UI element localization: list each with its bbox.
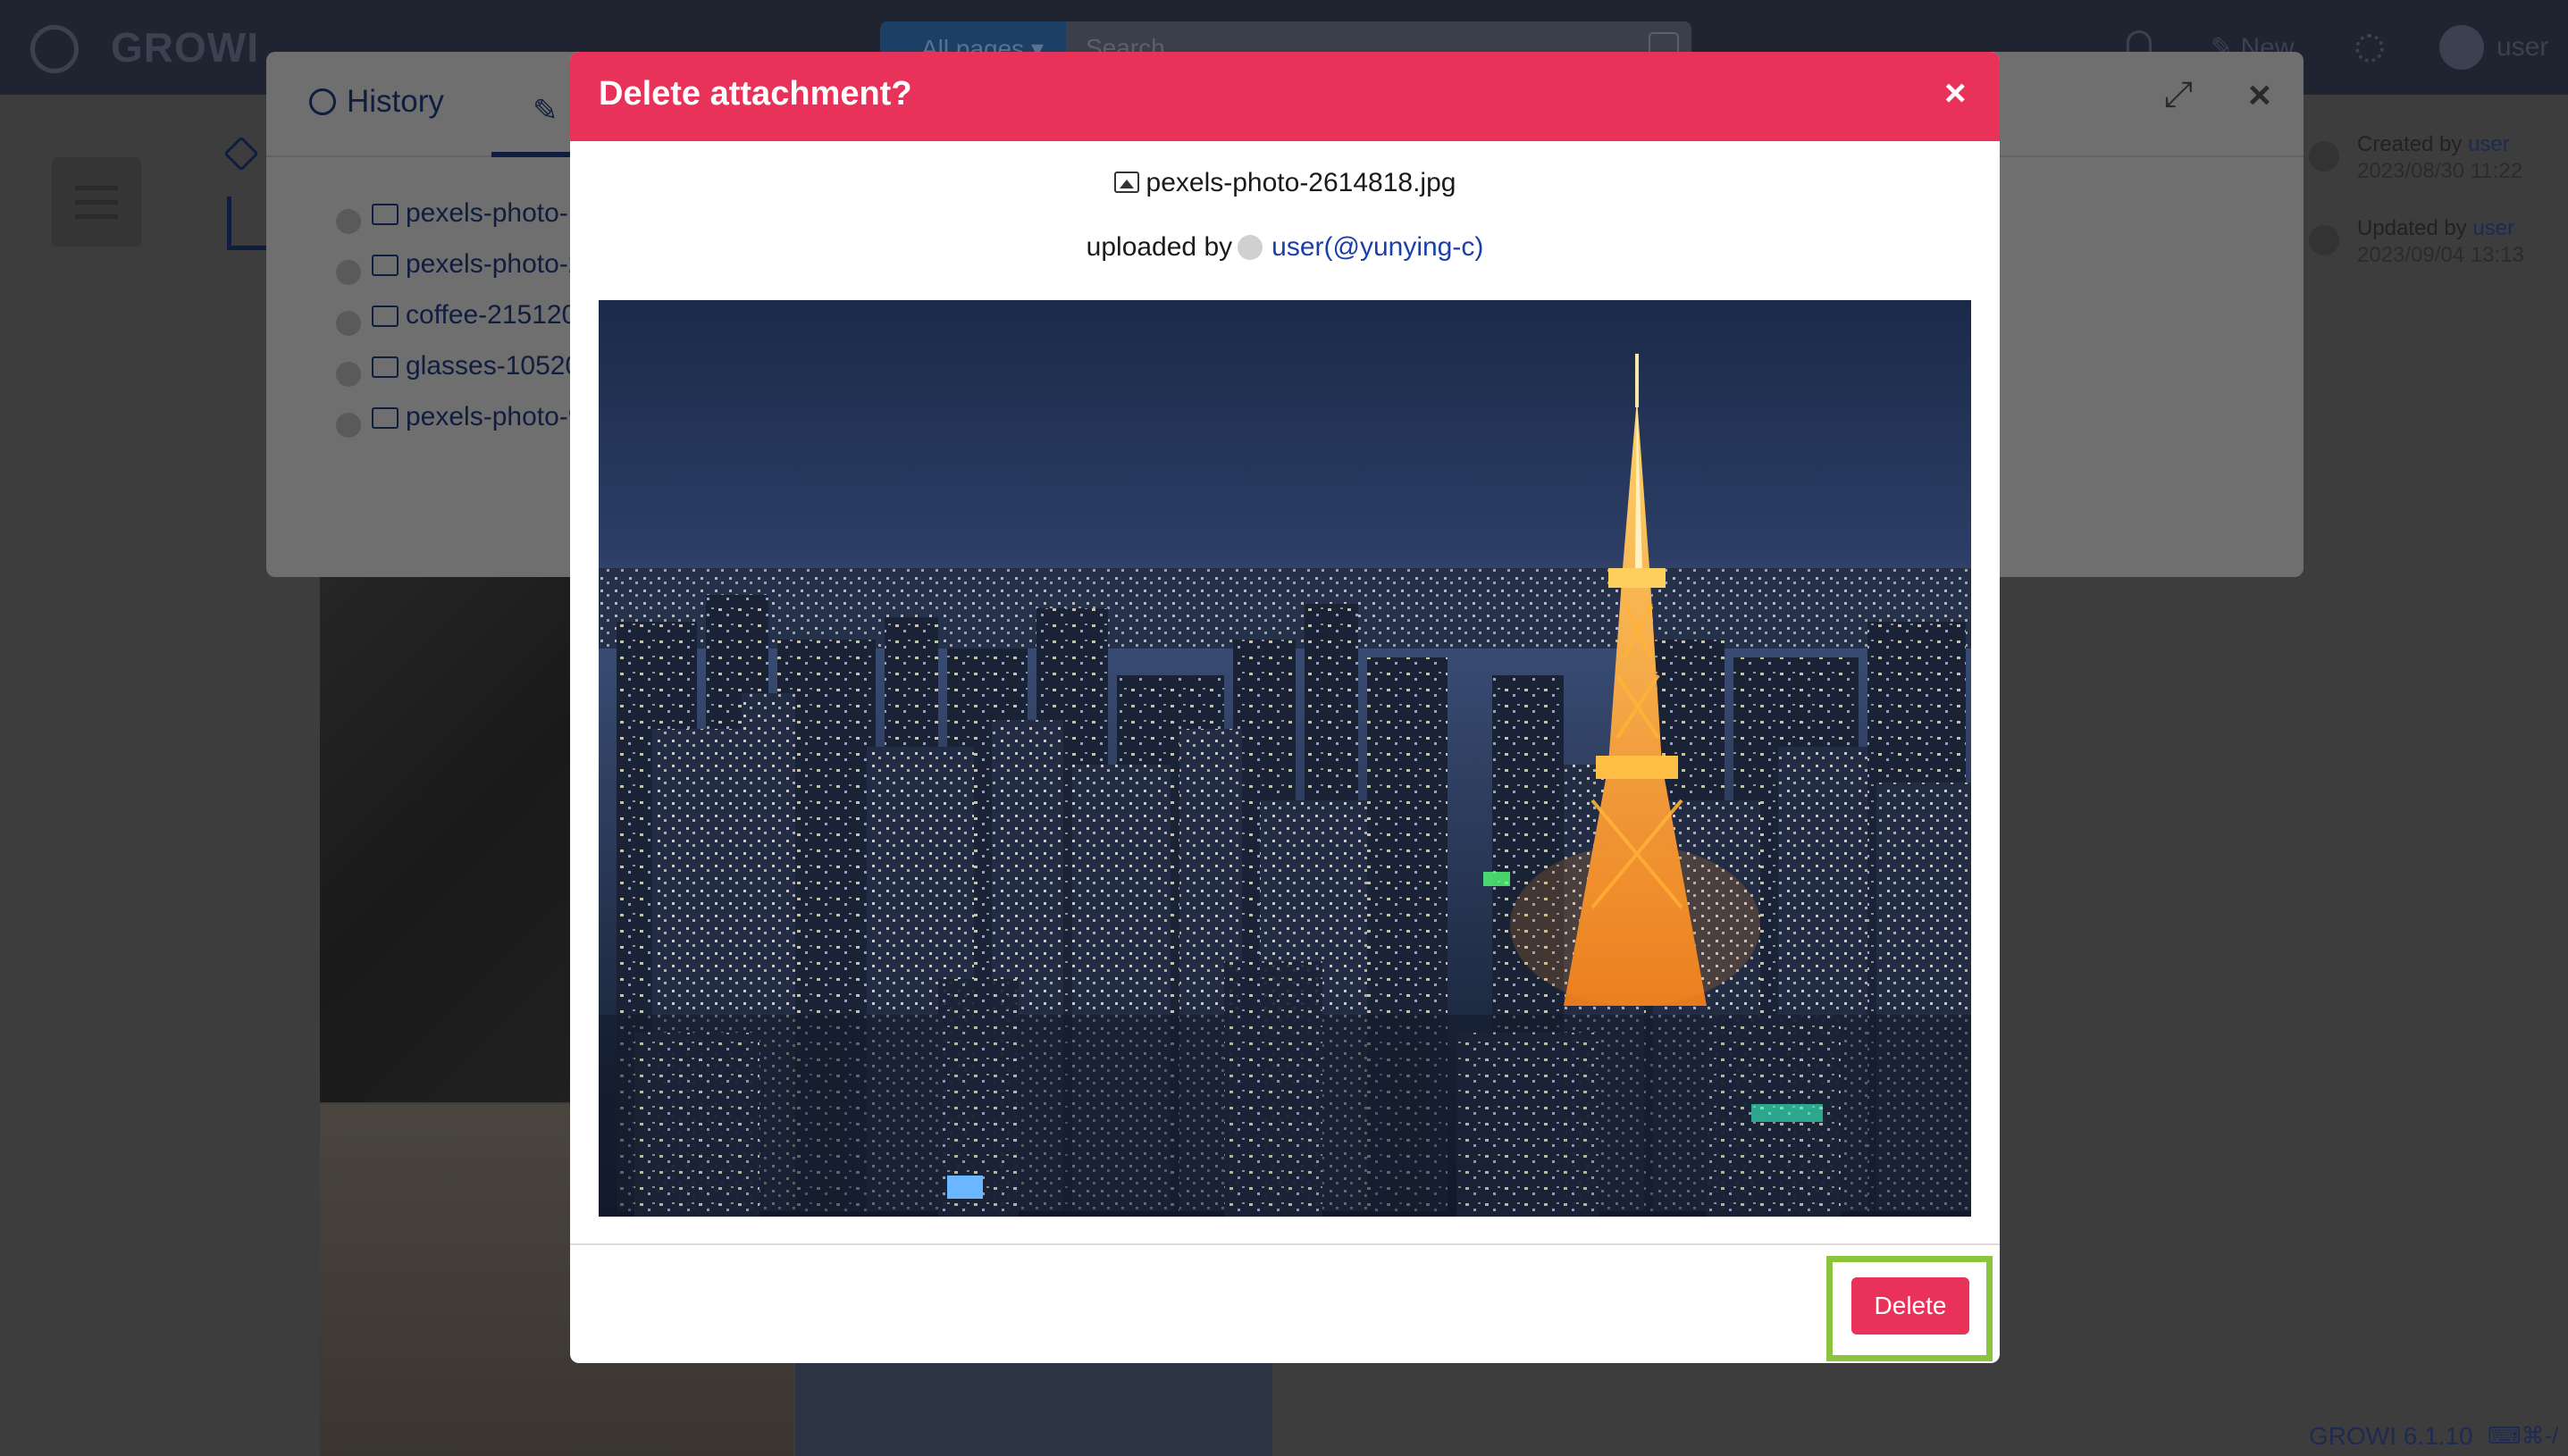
creator-avatar xyxy=(2309,141,2339,172)
attachment-name[interactable]: pexels-photo-2 xyxy=(406,249,583,280)
modal-footer-divider xyxy=(570,1243,2000,1245)
file-name: pexels-photo-2614818.jpg xyxy=(1146,168,1456,197)
updated-prefix: Updated by xyxy=(2357,216,2473,240)
created-date: 2023/08/30 11:22 xyxy=(2357,159,2523,183)
updater-avatar xyxy=(2309,225,2339,255)
tab-history[interactable]: History xyxy=(309,84,444,120)
paperclip-icon: ✎ xyxy=(533,94,558,128)
expand-icon[interactable]: ⤢ xyxy=(2164,75,2193,115)
hamburger-menu-icon[interactable] xyxy=(52,157,141,247)
uploader-avatar xyxy=(1238,235,1263,260)
modal-title: Delete attachment? xyxy=(599,75,912,113)
creator-link[interactable]: user xyxy=(2468,132,2510,156)
user-name[interactable]: user xyxy=(2497,32,2548,63)
history-icon xyxy=(309,88,336,115)
image-icon xyxy=(372,356,399,378)
image-icon xyxy=(372,204,399,225)
tab-attachments[interactable]: ✎ xyxy=(491,82,572,157)
attachment-name[interactable]: pexels-photo-9 xyxy=(406,402,583,432)
attachment-name[interactable]: coffee-215120 xyxy=(406,300,576,331)
modal-header: Delete attachment? × xyxy=(570,52,2000,141)
page-image-city xyxy=(795,1358,1272,1456)
tab-history-label: History xyxy=(347,84,444,119)
uploaded-by-label: uploaded by xyxy=(1086,232,1233,262)
attachment-preview-image xyxy=(599,300,1971,1217)
file-name-row: pexels-photo-2614818.jpg xyxy=(570,168,2000,198)
avatar xyxy=(336,311,361,336)
user-avatar[interactable] xyxy=(2439,25,2484,70)
growi-version[interactable]: GROWI 6.1.10 xyxy=(2309,1422,2473,1451)
image-icon xyxy=(372,305,399,327)
created-prefix: Created by xyxy=(2357,132,2469,156)
image-icon xyxy=(372,407,399,429)
gear-icon[interactable] xyxy=(2355,34,2384,63)
delete-button[interactable]: Delete xyxy=(1851,1277,1969,1335)
updater-link[interactable]: user xyxy=(2472,216,2514,240)
uploader-link[interactable]: user(@yunying-c) xyxy=(1271,232,1483,262)
growi-logo-icon[interactable] xyxy=(30,25,79,73)
avatar xyxy=(336,413,361,438)
uploader-row: uploaded by user(@yunying-c) xyxy=(570,232,2000,263)
close-button[interactable]: × xyxy=(1944,71,1967,114)
avatar xyxy=(336,209,361,234)
avatar xyxy=(336,362,361,387)
close-icon[interactable]: × xyxy=(2248,73,2271,118)
keyboard-shortcut-icon[interactable]: ⌨⌘-/ xyxy=(2488,1422,2558,1450)
attachment-name[interactable]: pexels-photo-1 xyxy=(406,198,583,229)
app-name[interactable]: GROWI xyxy=(111,23,259,71)
delete-attachment-modal: Delete attachment? × pexels-photo-261481… xyxy=(570,52,2000,1363)
attachment-name[interactable]: glasses-105202 xyxy=(406,351,595,381)
image-icon xyxy=(1113,172,1139,193)
avatar xyxy=(336,260,361,285)
image-icon xyxy=(372,255,399,276)
updated-date: 2023/09/04 13:13 xyxy=(2357,243,2524,267)
